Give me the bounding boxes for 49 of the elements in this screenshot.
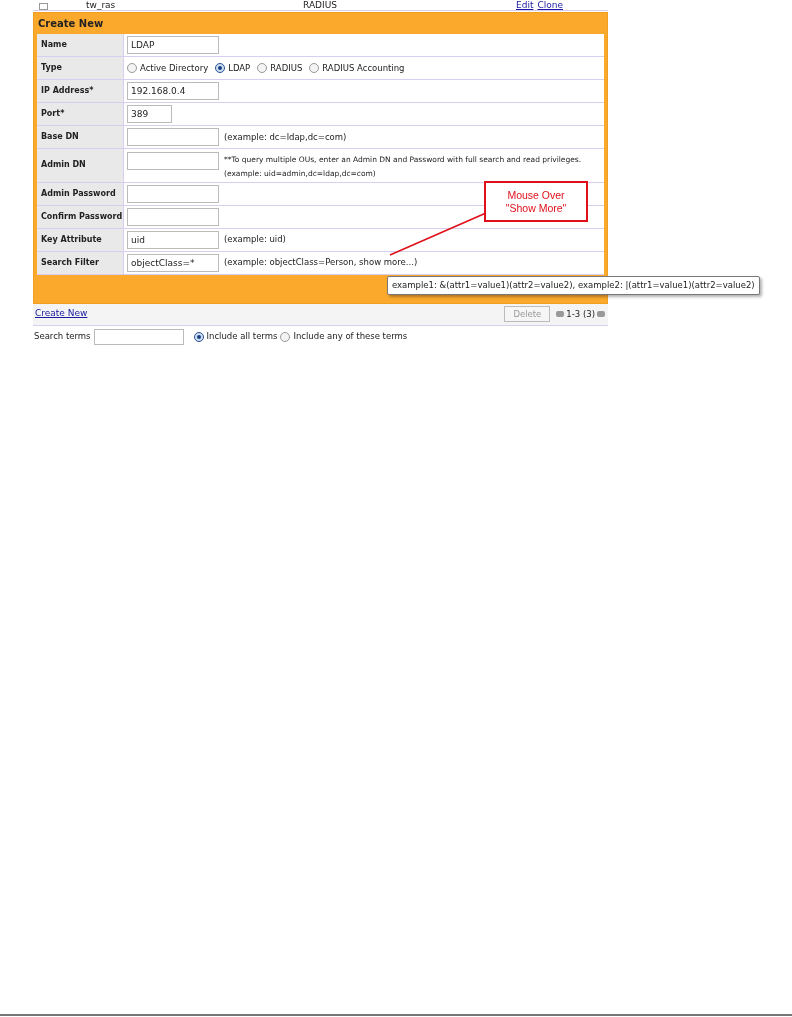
field-label: Base DN [41, 131, 79, 143]
input-field[interactable]: uid [127, 230, 219, 249]
input-field[interactable] [127, 207, 219, 226]
table-cell-text: RADIUS [303, 1, 338, 10]
radio-button[interactable] [193, 331, 204, 342]
table-cell-text: tw_ras [86, 1, 117, 10]
radio-label[interactable]: Include any of these terms [293, 330, 408, 343]
panel-title: Create New [37, 17, 105, 31]
input-field[interactable] [127, 128, 219, 146]
field-label: Type [41, 62, 62, 74]
search-label: Search terms [34, 330, 91, 343]
input-field[interactable] [127, 184, 219, 203]
next-page-icon[interactable] [597, 311, 605, 317]
create-new-link[interactable]: Create New [35, 307, 88, 321]
callout-text: "Show More" [505, 201, 567, 215]
input-field[interactable]: LDAP [127, 36, 219, 54]
radio-label[interactable]: RADIUS [270, 61, 303, 75]
input-field[interactable]: 389 [127, 105, 172, 123]
previous-page-icon[interactable] [556, 311, 565, 317]
field-label: Port* [41, 108, 65, 120]
radio-label[interactable]: Active Directory [140, 61, 209, 75]
row-checkbox[interactable] [39, 3, 48, 10]
input-field[interactable] [127, 152, 219, 170]
radio-button[interactable] [309, 63, 320, 73]
field-label: IP Address* [41, 85, 94, 97]
radio-button[interactable] [280, 331, 291, 342]
radio-button[interactable] [257, 63, 268, 73]
radio-label[interactable]: LDAP [228, 61, 251, 75]
field-label: Confirm Password [41, 210, 123, 223]
input-field[interactable]: objectClass=* [127, 253, 219, 272]
field-label: Search Filter [41, 256, 99, 269]
hint-text: (example: dc=ldap,dc=com) [224, 130, 347, 144]
tooltip: example1: &(attr1=value1)(attr2=value2), example2: |(attr1=value1)(attr2=value2) [387, 276, 760, 295]
field-label: Admin Password [41, 187, 116, 200]
callout-text: Mouse Over [507, 188, 565, 202]
row-link[interactable]: Clone [537, 1, 563, 10]
radio-button[interactable] [127, 63, 137, 73]
radio-button[interactable] [215, 63, 226, 73]
radio-label[interactable]: Include all terms [206, 330, 278, 343]
hint-text: (example: objectClass=Person, show more...) [224, 256, 418, 269]
hint-text: (example: uid) [224, 233, 286, 246]
page-count: 1-3 (3) [566, 307, 595, 321]
field-label: Name [41, 39, 67, 51]
field-label: Key Attribute [41, 233, 102, 246]
field-label: Admin DN [41, 159, 86, 172]
row-link[interactable]: Edit [516, 1, 534, 10]
search-field[interactable] [93, 328, 184, 345]
input-field[interactable]: 192.168.0.4 [127, 82, 219, 100]
radio-label[interactable]: RADIUS Accounting [322, 61, 405, 75]
